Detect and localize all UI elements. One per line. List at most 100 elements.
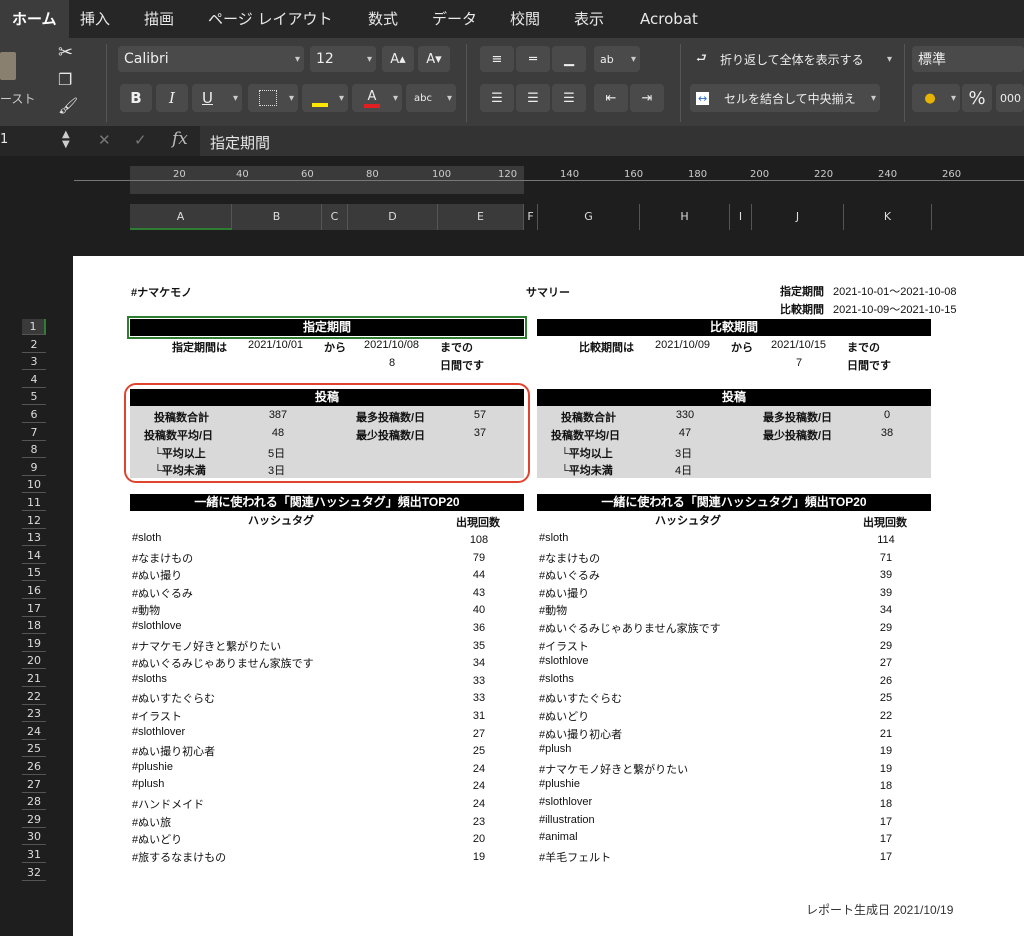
- row-header[interactable]: 28: [22, 794, 46, 811]
- column-header-G[interactable]: G: [538, 204, 640, 230]
- number-format-select[interactable]: 標準: [912, 46, 1024, 72]
- column-header-K[interactable]: K: [844, 204, 932, 230]
- comma-button[interactable]: 000: [996, 84, 1024, 112]
- row-header[interactable]: 14: [22, 548, 46, 564]
- report-page: #ナマケモノ サマリー 指定期間 2021-10-01〜2021-10-08 比…: [73, 256, 1024, 936]
- enter-icon[interactable]: ✓: [134, 131, 147, 149]
- hashtag-count: 22: [879, 710, 893, 722]
- row-header[interactable]: 18: [22, 618, 46, 635]
- font-size-select[interactable]: 12: [310, 46, 376, 72]
- row-header[interactable]: 11: [22, 495, 46, 511]
- row-header[interactable]: 2: [22, 337, 46, 353]
- row-header[interactable]: 8: [22, 442, 46, 459]
- row-header[interactable]: 31: [22, 847, 46, 863]
- count-column-header: 出現回数: [863, 517, 907, 529]
- paste-icon[interactable]: [0, 52, 16, 80]
- orientation-button[interactable]: ab: [594, 46, 640, 72]
- italic-button[interactable]: I: [156, 84, 188, 112]
- tab-data[interactable]: データ: [432, 0, 477, 38]
- tab-draw[interactable]: 描画: [144, 0, 174, 38]
- tab-review[interactable]: 校閲: [510, 0, 540, 38]
- row-header[interactable]: 25: [22, 741, 46, 758]
- tab-page-layout[interactable]: ページ レイアウト: [208, 0, 332, 38]
- grow-font-button[interactable]: A▴: [382, 46, 414, 72]
- align-right-button[interactable]: ☰: [552, 84, 586, 112]
- row-header[interactable]: 22: [22, 689, 46, 705]
- align-center-button[interactable]: ☰: [516, 84, 550, 112]
- above-avg-value: 3日: [675, 448, 693, 460]
- row-header[interactable]: 29: [22, 812, 46, 828]
- phonetic-button[interactable]: abc: [406, 84, 456, 112]
- format-painter-icon[interactable]: 🖌: [58, 96, 78, 115]
- row-header[interactable]: 19: [22, 636, 46, 652]
- column-header-B[interactable]: B: [232, 204, 322, 230]
- cut-icon[interactable]: ✂: [58, 42, 73, 63]
- row-header[interactable]: 6: [22, 407, 46, 423]
- report-title: サマリー: [526, 287, 570, 299]
- align-bottom-button[interactable]: ▁: [552, 46, 586, 72]
- wrap-text-button[interactable]: ⮐ 折り返して全体を表示する: [690, 46, 896, 72]
- font-color-button[interactable]: A: [352, 84, 402, 112]
- name-box-stepper-icon[interactable]: ▲ ▼: [62, 130, 70, 150]
- row-header[interactable]: 26: [22, 759, 46, 775]
- row-header[interactable]: 1: [22, 319, 46, 335]
- align-middle-button[interactable]: ═: [516, 46, 550, 72]
- row-header[interactable]: 32: [22, 865, 46, 881]
- row-header[interactable]: 24: [22, 724, 46, 740]
- bold-button[interactable]: B: [120, 84, 152, 112]
- row-header[interactable]: 30: [22, 829, 46, 846]
- row-header[interactable]: 9: [22, 460, 46, 476]
- column-header-J[interactable]: J: [752, 204, 844, 230]
- row-header[interactable]: 13: [22, 530, 46, 547]
- cancel-icon[interactable]: ✕: [98, 131, 111, 149]
- column-header-C[interactable]: C: [322, 204, 348, 230]
- row-header[interactable]: 3: [22, 354, 46, 371]
- percent-button[interactable]: %: [962, 84, 992, 112]
- function-icon[interactable]: fx: [172, 129, 188, 149]
- row-header[interactable]: 17: [22, 601, 46, 617]
- max-label: 最多投稿数/日: [763, 412, 833, 424]
- shrink-font-button[interactable]: A▾: [418, 46, 450, 72]
- row-header[interactable]: 16: [22, 583, 46, 599]
- tab-insert[interactable]: 挿入: [80, 0, 110, 38]
- decrease-indent-button[interactable]: ⇤: [594, 84, 628, 112]
- merge-center-button[interactable]: ↔ セルを結合して中央揃え: [690, 84, 880, 112]
- currency-button[interactable]: ●: [912, 84, 960, 112]
- align-left-button[interactable]: ☰: [480, 84, 514, 112]
- copy-icon[interactable]: ❐: [58, 70, 72, 89]
- formula-input[interactable]: 指定期間: [200, 126, 1024, 156]
- column-header-D[interactable]: D: [348, 204, 438, 230]
- hashtag-name: #sloth: [132, 532, 162, 544]
- row-header[interactable]: 21: [22, 671, 46, 687]
- from-label: から: [324, 342, 346, 354]
- column-header-E[interactable]: E: [438, 204, 524, 230]
- tab-formulas[interactable]: 数式: [368, 0, 398, 38]
- hashtag-name: #ぬいぐるみ: [539, 570, 600, 583]
- column-header-H[interactable]: H: [640, 204, 730, 230]
- tab-view[interactable]: 表示: [574, 0, 604, 38]
- column-header-I[interactable]: I: [730, 204, 752, 230]
- row-header[interactable]: 12: [22, 513, 46, 529]
- tab-acrobat[interactable]: Acrobat: [640, 0, 698, 38]
- period-header-bar[interactable]: 指定期間: [127, 316, 527, 339]
- borders-button[interactable]: [248, 84, 298, 112]
- row-header[interactable]: 10: [22, 477, 46, 494]
- increase-indent-button[interactable]: ⇥: [630, 84, 664, 112]
- row-header[interactable]: 23: [22, 706, 46, 723]
- column-header-F[interactable]: F: [524, 204, 538, 230]
- tab-home[interactable]: ホーム: [0, 0, 69, 38]
- underline-button[interactable]: U: [192, 84, 242, 112]
- name-box[interactable]: 1: [0, 132, 8, 147]
- font-name-select[interactable]: Calibri: [118, 46, 304, 72]
- row-header[interactable]: 20: [22, 653, 46, 670]
- period-is-label: 指定期間は: [172, 342, 227, 354]
- row-header[interactable]: 7: [22, 425, 46, 441]
- row-header[interactable]: 4: [22, 372, 46, 388]
- row-header[interactable]: 15: [22, 565, 46, 582]
- row-header[interactable]: 5: [22, 389, 46, 406]
- divider: [904, 44, 905, 122]
- row-header[interactable]: 27: [22, 777, 46, 793]
- column-header-A[interactable]: A: [130, 204, 232, 230]
- fill-color-button[interactable]: [302, 84, 348, 112]
- align-top-button[interactable]: ≡: [480, 46, 514, 72]
